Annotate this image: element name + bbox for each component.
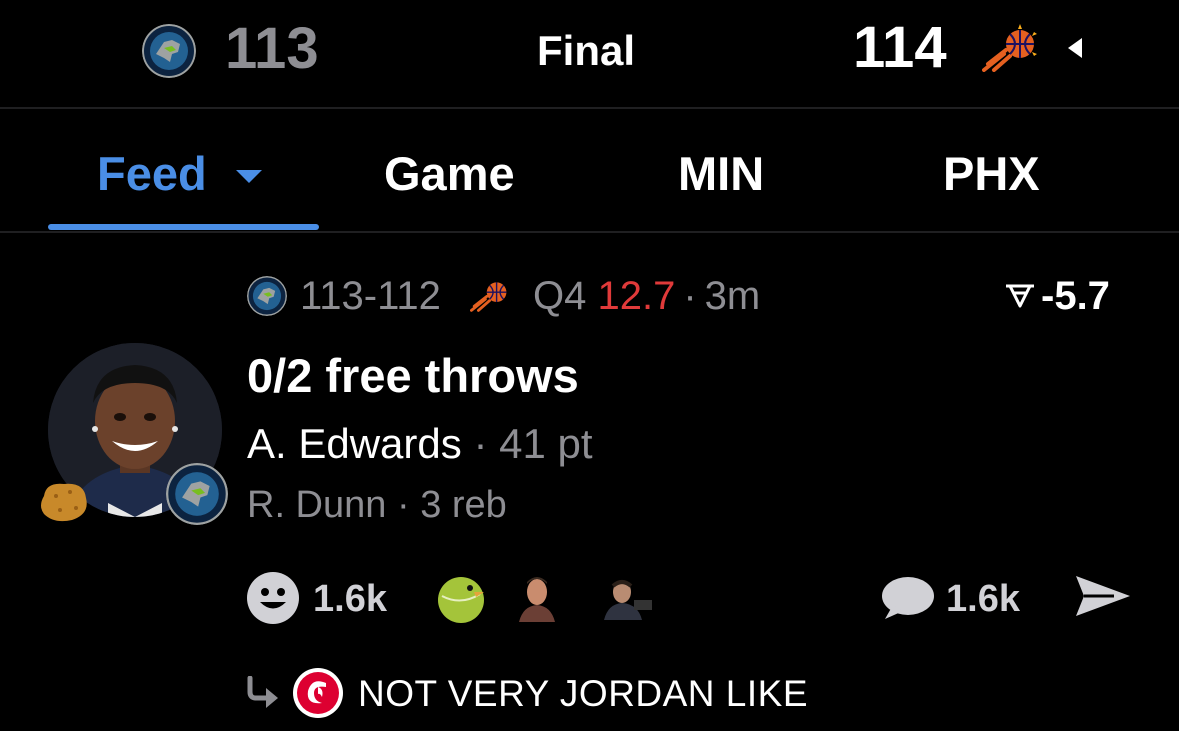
tab-phx[interactable]: PHX (943, 146, 1040, 202)
active-tab-indicator (48, 224, 319, 230)
tab-feed-label: Feed (97, 147, 207, 200)
reply-text[interactable]: NOT VERY JORDAN LIKE (358, 673, 808, 715)
game-status: Final (537, 27, 636, 74)
player-name[interactable]: A. Edwards (247, 420, 462, 467)
dot-separator: · (683, 274, 697, 318)
chickfila-avatar[interactable] (292, 667, 344, 719)
scoreboard-divider (0, 107, 1179, 109)
tab-game[interactable]: Game (384, 146, 515, 202)
dot-separator: · (473, 420, 488, 467)
player-line: A. Edwards · 41 pt (247, 420, 593, 468)
away-score: 113 (225, 16, 319, 81)
time-ago: 3m (704, 274, 761, 318)
timberwolves-logo (142, 24, 196, 78)
paper-plane-icon[interactable] (1074, 572, 1132, 620)
dot-separator: · (396, 484, 410, 526)
smiley-icon[interactable] (246, 571, 300, 625)
tab-min[interactable]: MIN (678, 146, 764, 202)
tennis-ball-bird-reaction[interactable] (434, 570, 488, 624)
odds-icon (1004, 283, 1036, 309)
secondary-player-name[interactable]: R. Dunn (247, 484, 386, 526)
triangle-left-icon (1064, 36, 1084, 60)
caret-down-icon[interactable] (234, 166, 264, 186)
chicken-nugget-icon (36, 478, 92, 526)
player-stat: 41 pt (499, 420, 593, 467)
home-score: 114 (853, 15, 947, 80)
play-score-line: 113-112 (300, 274, 441, 318)
odds-value: -5.7 (1041, 274, 1110, 318)
timberwolves-logo (247, 276, 287, 316)
tabs-divider (0, 231, 1179, 233)
reaction-count[interactable]: 1.6k (313, 578, 387, 621)
play-headline: 0/2 free throws (247, 349, 579, 402)
suns-logo (470, 278, 512, 312)
comment-count[interactable]: 1.6k (946, 578, 1020, 621)
timberwolves-logo (166, 463, 228, 525)
play-time: Q4 12.7 · 3m (533, 276, 760, 316)
suns-logo (982, 24, 1042, 72)
secondary-player-line: R. Dunn · 3 reb (247, 484, 507, 527)
person-reaction-1[interactable] (517, 572, 557, 622)
reply-arrow-icon (246, 675, 282, 710)
tab-feed[interactable]: Feed (97, 146, 207, 202)
secondary-player-stat: 3 reb (420, 484, 507, 526)
speech-bubble-icon[interactable] (879, 575, 935, 623)
quarter: Q4 (533, 274, 587, 318)
person-reaction-2[interactable] (600, 574, 656, 620)
game-clock: 12.7 (597, 274, 676, 318)
